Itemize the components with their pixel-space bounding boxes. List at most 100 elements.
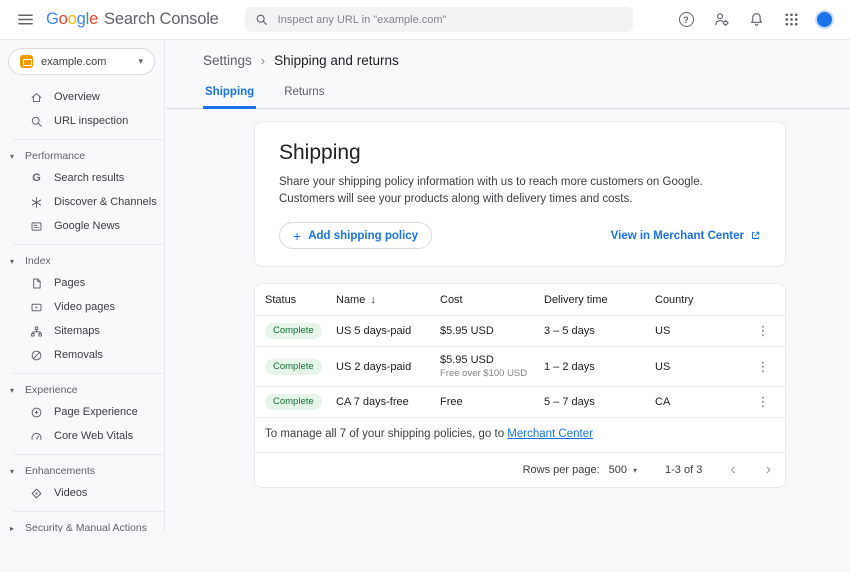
product-name: Search Console: [104, 10, 219, 29]
google-logo: Google: [46, 10, 98, 29]
table-row: Complete US 2 days-paid $5.95 USD Free o…: [255, 347, 785, 387]
sidebar-item-google-news[interactable]: Google News: [0, 214, 164, 238]
sidebar-section-performance[interactable]: ▾ Performance: [0, 146, 164, 166]
search-icon: [255, 13, 268, 26]
page-title: Shipping: [279, 141, 761, 165]
table-row: Complete CA 7 days-free Free 5 – 7 days …: [255, 387, 785, 418]
sidebar-item-pages[interactable]: Pages: [0, 271, 164, 295]
discover-asterisk-icon: [30, 196, 43, 209]
sidebar-section-index[interactable]: ▾ Index: [0, 251, 164, 271]
main-content: Settings › Shipping and returns Shipping…: [166, 40, 850, 532]
next-page-button[interactable]: ›: [766, 462, 771, 478]
add-button-label: Add shipping policy: [308, 230, 418, 242]
sidebar-divider: [13, 454, 164, 455]
section-label: Index: [25, 255, 51, 267]
rows-per-page-label: Rows per page:: [523, 464, 600, 476]
policy-cost: $5.95 USD: [440, 325, 540, 337]
caret-down-icon: ▾: [633, 466, 637, 475]
breadcrumb-current: Shipping and returns: [274, 53, 399, 68]
policy-delivery-time: 1 – 2 days: [544, 354, 655, 380]
policy-country: US: [655, 354, 751, 380]
table-row: Complete US 5 days-paid $5.95 USD 3 – 5 …: [255, 316, 785, 347]
sidebar-item-sitemaps[interactable]: Sitemaps: [0, 319, 164, 343]
page-description: Share your shipping policy information w…: [279, 174, 761, 207]
external-link-icon: [750, 230, 761, 241]
section-label: Security & Manual Actions: [25, 522, 147, 532]
sort-desc-icon: ↓: [370, 294, 376, 306]
sidebar-section-security-manual-actions[interactable]: ▸ Security & Manual Actions: [0, 518, 164, 532]
play-icon: [30, 487, 43, 500]
policy-name: CA 7 days-free: [336, 389, 440, 415]
chevron-right-icon: ›: [261, 53, 265, 68]
view-in-merchant-center-link[interactable]: View in Merchant Center: [611, 230, 761, 242]
tab-returns[interactable]: Returns: [282, 81, 326, 109]
rows-per-page-select[interactable]: 500 ▾: [609, 464, 637, 476]
sidebar-item-removals[interactable]: Removals: [0, 343, 164, 367]
video-icon: [30, 301, 43, 314]
sidebar-item-video-pages[interactable]: Video pages: [0, 295, 164, 319]
sidebar-item-label: Sitemaps: [54, 325, 100, 337]
status-badge: Complete: [265, 323, 322, 339]
sidebar-section-enhancements[interactable]: ▾ Enhancements: [0, 461, 164, 481]
sidebar-item-overview[interactable]: Overview: [0, 85, 164, 109]
sidebar: example.com ▾ Overview URL inspection ▾ …: [0, 40, 165, 532]
tab-shipping[interactable]: Shipping: [203, 81, 256, 109]
pager-controls: ‹ ›: [730, 462, 771, 478]
sidebar-item-url-inspection[interactable]: URL inspection: [0, 109, 164, 133]
topbar-actions: ?: [675, 9, 838, 31]
sidebar-section-experience[interactable]: ▾ Experience: [0, 380, 164, 400]
status-badge: Complete: [265, 394, 322, 410]
chevron-down-icon: ▾: [138, 56, 143, 67]
property-selector[interactable]: example.com ▾: [8, 48, 155, 75]
apps-grid-button[interactable]: [780, 9, 802, 31]
section-label: Performance: [25, 150, 85, 162]
help-icon: ?: [679, 12, 694, 27]
sidebar-item-page-experience[interactable]: Page Experience: [0, 400, 164, 424]
url-inspect-searchbox[interactable]: [245, 7, 633, 32]
shipping-intro-card: Shipping Share your shipping policy info…: [254, 121, 786, 267]
tab-bar: Shipping Returns: [166, 81, 850, 109]
property-icon: [20, 55, 33, 68]
row-menu-button[interactable]: ⋮: [751, 359, 775, 375]
merchant-link-label: View in Merchant Center: [611, 230, 744, 242]
block-icon: [30, 349, 43, 362]
previous-page-button[interactable]: ‹: [730, 462, 735, 478]
breadcrumb: Settings › Shipping and returns: [166, 40, 850, 68]
column-cost: Cost: [440, 287, 544, 313]
section-label: Experience: [25, 384, 78, 396]
caret-down-icon: ▾: [10, 257, 18, 266]
policy-delivery-time: 3 – 5 days: [544, 318, 655, 344]
news-icon: [30, 220, 43, 233]
sidebar-divider: [13, 139, 164, 140]
sidebar-item-label: Overview: [54, 91, 100, 103]
column-status: Status: [265, 287, 336, 313]
sidebar-item-discover-channels[interactable]: Discover & Channels: [0, 190, 164, 214]
sidebar-item-core-web-vitals[interactable]: Core Web Vitals: [0, 424, 164, 448]
sidebar-item-search-results[interactable]: G Search results: [0, 166, 164, 190]
sidebar-item-label: Google News: [54, 220, 120, 232]
user-settings-button[interactable]: [710, 9, 732, 31]
row-menu-button[interactable]: ⋮: [751, 323, 775, 339]
account-avatar[interactable]: [815, 10, 834, 29]
policy-cost: Free: [440, 396, 540, 408]
notifications-button[interactable]: [745, 9, 767, 31]
menu-icon[interactable]: [12, 7, 38, 33]
help-button[interactable]: ?: [675, 9, 697, 31]
column-name[interactable]: Name ↓: [336, 287, 440, 313]
shipping-policies-table-card: Status Name ↓ Cost Delivery time Country…: [254, 283, 786, 488]
footnote-text: To manage all 7 of your shipping policie…: [265, 428, 507, 440]
content-area: Shipping Share your shipping policy info…: [166, 109, 850, 488]
policy-country: US: [655, 318, 751, 344]
add-shipping-policy-button[interactable]: + Add shipping policy: [279, 222, 432, 249]
sidebar-item-label: Videos: [54, 487, 87, 499]
search-input[interactable]: [276, 13, 623, 27]
sidebar-item-label: Discover & Channels: [54, 196, 157, 208]
rows-per-page-value: 500: [609, 464, 627, 476]
row-menu-button[interactable]: ⋮: [751, 394, 775, 410]
sidebar-item-label: Search results: [54, 172, 124, 184]
breadcrumb-settings[interactable]: Settings: [203, 53, 252, 68]
merchant-center-link[interactable]: Merchant Center: [507, 428, 593, 440]
sidebar-item-videos[interactable]: Videos: [0, 481, 164, 505]
policy-name: US 2 days-paid: [336, 354, 440, 380]
sitemap-icon: [30, 325, 43, 338]
